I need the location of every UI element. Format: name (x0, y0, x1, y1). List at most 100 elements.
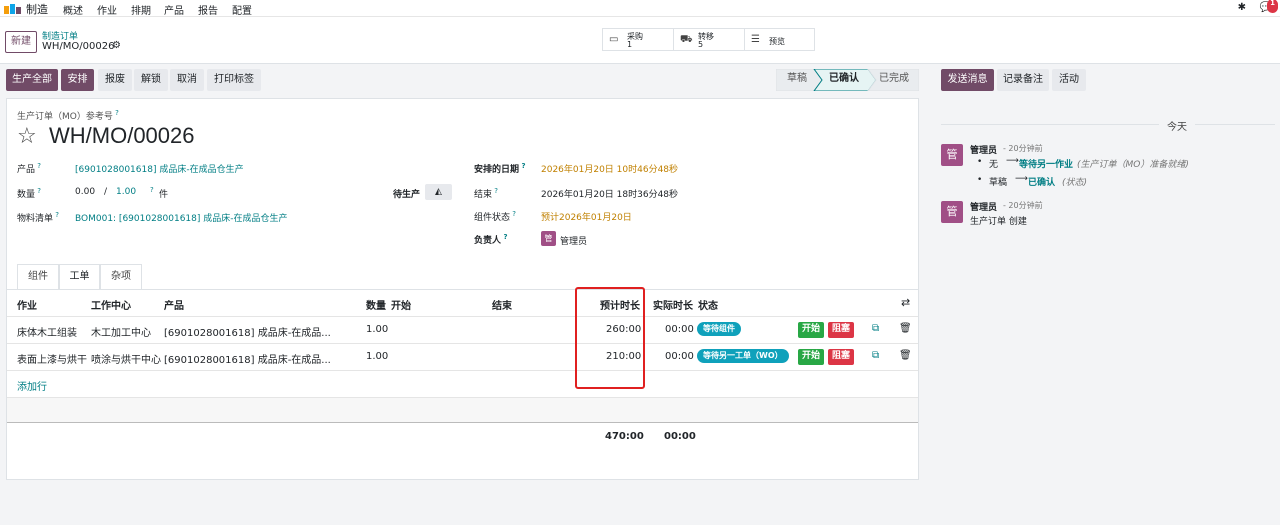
ref-label: 生产订单（MO）参考号 ? (17, 109, 119, 122)
produce-all-button[interactable]: 生产全部 (6, 69, 58, 91)
row-operation: 床体木工组装 (17, 328, 77, 339)
row-quantity: 1.00 (366, 351, 389, 362)
menu-products[interactable]: 产品 (164, 2, 184, 17)
block-button[interactable]: 阻塞 (828, 349, 855, 365)
col-operation[interactable]: 作业 (17, 297, 37, 312)
qty-uom: 件 (159, 190, 169, 200)
unlock-button[interactable]: 解锁 (134, 69, 168, 91)
print-label-button[interactable]: 打印标签 (207, 69, 261, 91)
cancel-button[interactable]: 取消 (170, 69, 204, 91)
component-status-label: 组件状态 ? (474, 210, 516, 223)
send-message-button[interactable]: 发送消息 (941, 69, 994, 91)
list-icon: ☰ (751, 34, 760, 45)
message-time: - 20分钟前 (1003, 144, 1043, 153)
today-separator: 今天 (1167, 122, 1187, 133)
author-avatar[interactable]: 管 (941, 201, 963, 223)
stage-done[interactable]: 已完成 (872, 69, 916, 91)
smart-value: 1 (627, 40, 633, 49)
col-start[interactable]: 开始 (391, 297, 411, 312)
stage-confirmed[interactable]: 已确认 (822, 69, 866, 91)
empty-row (7, 397, 918, 422)
smart-button-purchase[interactable]: ▭ 采购 1 (602, 28, 674, 51)
menu-planning[interactable]: 排期 (131, 2, 151, 17)
col-state[interactable]: 状态 (698, 297, 718, 312)
external-link-icon[interactable]: ⧉ (872, 323, 879, 334)
top-navbar: 制造 概述 作业 排期 产品 报告 配置 ✱ 💬 1 (0, 0, 1280, 17)
total-expected-duration: 470:00 (605, 431, 644, 442)
status-badge: 等待组件 (697, 322, 741, 336)
row-real-duration: 00:00 (665, 324, 694, 335)
message-time: - 20分钟前 (1003, 201, 1043, 210)
row-real-duration: 00:00 (665, 351, 694, 362)
col-workcenter[interactable]: 工作中心 (91, 297, 131, 312)
tracking-old-value: 草稿 (989, 178, 1008, 188)
table-row[interactable]: 表面上漆与烘干 喷涂与烘干中心 [6901028001618] 成品床-在成品.… (7, 343, 918, 370)
chart-area-icon[interactable]: ◭ (425, 184, 452, 200)
message-author[interactable]: 管理员 (970, 143, 997, 156)
bom-label: 物料清单 ? (17, 211, 59, 224)
new-button[interactable]: 新建 (5, 31, 37, 53)
smart-button-preview[interactable]: ☰ 预览 (744, 28, 815, 51)
menu-overview[interactable]: 概述 (63, 2, 83, 17)
smart-value: 5 (698, 40, 704, 49)
tracking-old-value: 无 (989, 160, 999, 170)
col-quantity[interactable]: 数量 (366, 297, 386, 312)
app-name[interactable]: 制造 (26, 1, 48, 17)
col-product[interactable]: 产品 (164, 297, 184, 312)
tab-misc[interactable]: 杂项 (100, 264, 142, 290)
block-button[interactable]: 阻塞 (828, 322, 855, 338)
trash-icon[interactable]: 🗑 (899, 350, 912, 361)
row-workcenter: 木工加工中心 (91, 328, 151, 339)
star-icon[interactable]: ☆ (17, 124, 37, 149)
qty-sep: / (104, 187, 108, 197)
gear-icon[interactable]: ⚙ (112, 40, 121, 51)
scheduled-date-value[interactable]: 2026年01月20日 10时46分48秒 (541, 162, 678, 175)
uom-help: ? (150, 186, 154, 194)
add-line-link[interactable]: 添加行 (17, 378, 47, 393)
stage-draft[interactable]: 草稿 (776, 69, 818, 91)
record-name: WH/MO/00026 (49, 123, 195, 148)
table-row[interactable]: 床体木工组装 木工加工中心 [6901028001618] 成品床-在成品...… (7, 316, 918, 343)
responsible-label: 负责人 ? (474, 233, 508, 246)
tab-components[interactable]: 组件 (17, 264, 59, 290)
arrow-right-icon: ⟶ (1006, 156, 1019, 166)
message-author[interactable]: 管理员 (970, 200, 997, 213)
add-line-row: 添加行 (7, 370, 918, 397)
total-real-duration: 00:00 (664, 431, 696, 442)
tab-work-orders[interactable]: 工单 (59, 264, 100, 290)
qty-total[interactable]: 1.00 (116, 187, 136, 197)
tracking-bullet: • (977, 157, 983, 167)
qty-done[interactable]: 0.00 (75, 187, 95, 197)
plan-button[interactable]: 安排 (61, 69, 94, 91)
tracking-field: (生产订单（MO）准备就绪) (1077, 160, 1189, 170)
col-real-duration[interactable]: 实际时长 (653, 297, 693, 312)
start-button[interactable]: 开始 (798, 349, 825, 365)
column-settings-icon[interactable]: ⇄ (901, 296, 910, 309)
app-logo-icon[interactable] (4, 3, 22, 14)
smart-button-transfer[interactable]: ⛟ 转移 5 (673, 28, 745, 51)
control-panel: 新建 制造订单 WH/MO/00026 ⚙ ▭ 采购 1 ⛟ 转移 5 ☰ 预览 (0, 17, 1280, 64)
to-produce-label: 待生产 (393, 190, 421, 200)
row-quantity: 1.00 (366, 324, 389, 335)
scrap-button[interactable]: 报废 (98, 69, 132, 91)
trash-icon[interactable]: 🗑 (899, 323, 912, 334)
start-button[interactable]: 开始 (798, 322, 825, 338)
menu-configuration[interactable]: 配置 (232, 2, 252, 17)
log-note-button[interactable]: 记录备注 (997, 69, 1049, 91)
menu-reporting[interactable]: 报告 (198, 2, 218, 17)
status-badge: 等待另一工单（WO） (697, 349, 789, 363)
author-avatar[interactable]: 管 (941, 144, 963, 166)
activity-button[interactable]: 活动 (1052, 69, 1086, 91)
menu-operations[interactable]: 作业 (97, 2, 117, 17)
end-value[interactable]: 2026年01月20日 18时36分48秒 (541, 187, 678, 200)
tracking-bullet: • (977, 175, 983, 185)
debug-bug-icon[interactable]: ✱ (1238, 2, 1246, 13)
product-value[interactable]: [6901028001618] 成品床-在成品仓生产 (75, 162, 244, 175)
responsible-value[interactable]: 管理员 (560, 234, 587, 247)
chat-icon[interactable]: 💬 1 (1260, 0, 1278, 13)
bom-value[interactable]: BOM001: [6901028001618] 成品床-在成品仓生产 (75, 211, 288, 224)
col-end[interactable]: 结束 (492, 297, 512, 312)
chat-count-badge: 1 (1267, 0, 1278, 13)
row-product: [6901028001618] 成品床-在成品... (164, 355, 331, 366)
external-link-icon[interactable]: ⧉ (872, 350, 879, 361)
